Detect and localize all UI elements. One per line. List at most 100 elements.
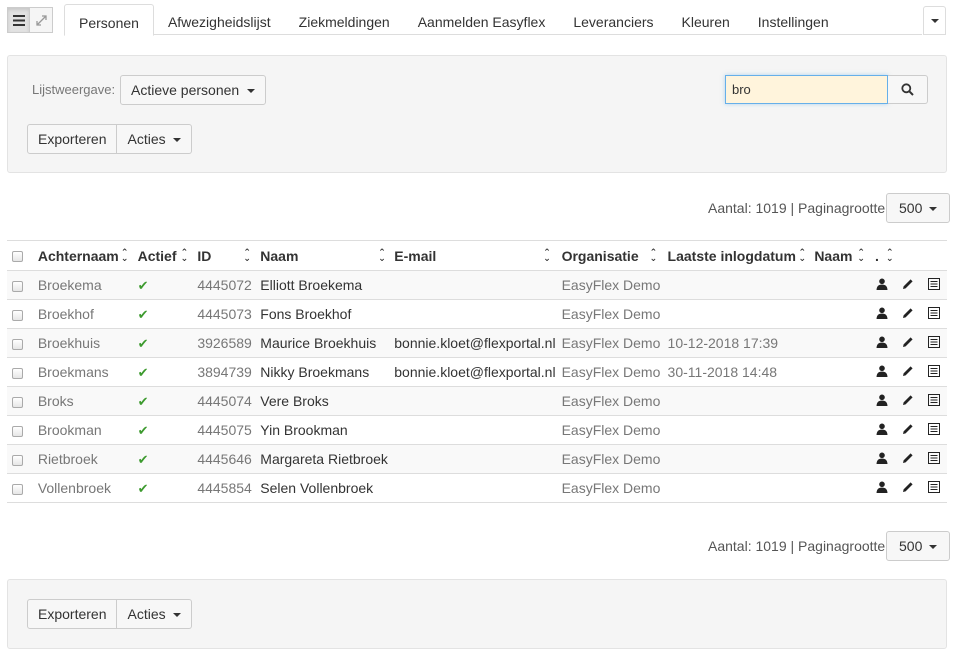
more-tabs-dropdown[interactable] <box>923 6 946 35</box>
list-view-dropdown[interactable]: Actieve personen <box>120 75 267 105</box>
column-id[interactable]: ID ⌃ ⌄ <box>191 240 255 271</box>
column-actief[interactable]: Actief ⌃ ⌄ <box>131 240 192 271</box>
export-button[interactable]: Exporteren <box>27 124 118 154</box>
row-checkbox[interactable] <box>12 309 23 321</box>
search-input[interactable] <box>725 75 888 104</box>
cell-naam-2 <box>808 444 870 474</box>
row-checkbox[interactable] <box>12 396 23 408</box>
edit-person-button[interactable] <box>899 336 917 348</box>
table-row[interactable]: Broekema ✔ 4445072 Elliott Broekema EasyFlex… <box>7 270 947 300</box>
column-laatste-inlogdatum[interactable]: Laatste inlogdatum ⌃ ⌄ <box>661 240 809 271</box>
row-select-cell <box>7 328 32 358</box>
id-text: 4445854 <box>197 480 252 496</box>
edit-person-button[interactable] <box>899 365 917 377</box>
5-text: Organisatie <box>561 247 639 264</box>
search-button[interactable] <box>888 75 928 104</box>
table-row[interactable]: Brookman ✔ 4445075 Yin Brookman EasyFlex Dem… <box>7 415 947 445</box>
cell-achternaam: Broekhof <box>31 299 132 329</box>
tab-ziekmeldingen[interactable]: Ziekmeldingen <box>285 4 404 35</box>
cell-actief: ✔ <box>131 386 192 416</box>
table-row[interactable]: Rietbroek ✔ 4445646 Margareta Rietbroek Easy… <box>7 444 947 474</box>
column-achternaam[interactable]: Achternaam ⌃ ⌄ <box>31 240 132 271</box>
view-toggle <box>7 7 53 33</box>
cell-achternaam: Broekmans <box>31 357 132 387</box>
column-email[interactable]: E-mail ⌃ ⌄ <box>388 240 556 271</box>
edit-person-button[interactable] <box>899 481 917 493</box>
login-text: 10-12-2018 17:39 <box>667 335 779 351</box>
column-organisatie[interactable]: Organisatie ⌃ ⌄ <box>555 240 662 271</box>
cell-naam-2 <box>808 473 870 503</box>
user-icon <box>876 278 888 290</box>
cell-naam-2 <box>808 299 870 329</box>
menu-toggle-button[interactable] <box>7 7 30 33</box>
tab-leveranciers[interactable]: Leveranciers <box>559 4 667 35</box>
cell-row-actions <box>869 415 947 445</box>
view-person-button[interactable] <box>873 481 891 493</box>
details-button[interactable] <box>925 423 943 435</box>
check-icon: ✔ <box>137 422 149 438</box>
select-all-checkbox[interactable] <box>12 251 23 263</box>
naam-text: Selen Vollenbroek <box>260 480 374 496</box>
row-checkbox[interactable] <box>12 280 23 292</box>
row-checkbox[interactable] <box>12 338 23 350</box>
details-button[interactable] <box>925 336 943 348</box>
cell-achternaam: Broks <box>31 386 132 416</box>
table-row[interactable]: Broekhuis ✔ 3926589 Maurice Broekhuis bonnie… <box>7 328 947 358</box>
tab-kleuren[interactable]: Kleuren <box>668 4 744 35</box>
export-button[interactable]: Exporteren <box>27 599 118 629</box>
actions-dropdown[interactable]: Acties <box>117 124 192 154</box>
details-button[interactable] <box>925 452 943 464</box>
view-person-button[interactable] <box>873 278 891 290</box>
tab-aanmelden-easyflex[interactable]: Aanmelden Easyflex <box>404 4 560 35</box>
edit-person-button[interactable] <box>899 307 917 319</box>
edit-person-button[interactable] <box>899 278 917 290</box>
cell-email <box>388 473 556 503</box>
caret-down-icon <box>172 613 181 618</box>
edit-person-button[interactable] <box>899 452 917 464</box>
user-icon <box>876 307 888 319</box>
2-text: ID <box>197 247 212 264</box>
details-button[interactable] <box>925 394 943 406</box>
table-row[interactable]: Broekmans ✔ 3894739 Nikky Broekmans bonnie.k… <box>7 357 947 387</box>
pencil-icon <box>903 366 913 376</box>
edit-person-button[interactable] <box>899 394 917 406</box>
view-person-button[interactable] <box>873 307 891 319</box>
page-size-dropdown[interactable]: 500 <box>886 193 951 223</box>
tab-personen[interactable]: Personen <box>64 4 154 36</box>
row-checkbox[interactable] <box>12 367 23 379</box>
organisatie-text: EasyFlex Demo <box>561 277 661 293</box>
fullscreen-button[interactable] <box>30 7 53 33</box>
table-row[interactable]: Broekhof ✔ 4445073 Fons Broekhof EasyFlex De… <box>7 299 947 329</box>
view-person-button[interactable] <box>873 452 891 464</box>
view-person-button[interactable] <box>873 365 891 377</box>
page-size-dropdown-bottom[interactable]: 500 <box>886 531 951 561</box>
actions-dropdown[interactable]: Acties <box>117 599 192 629</box>
details-button[interactable] <box>925 481 943 493</box>
column-dot[interactable]: . ⌃ ⌄ <box>869 240 947 271</box>
cell-actief: ✔ <box>131 299 192 329</box>
view-person-button[interactable] <box>873 336 891 348</box>
view-person-button[interactable] <box>873 423 891 435</box>
column-naam[interactable]: Naam ⌃ ⌄ <box>254 240 389 271</box>
details-button[interactable] <box>925 307 943 319</box>
row-checkbox[interactable] <box>12 483 23 495</box>
edit-person-button[interactable] <box>899 423 917 435</box>
table-row[interactable]: Broks ✔ 4445074 Vere Broks EasyFlex Demo <box>7 386 947 416</box>
cell-row-actions <box>869 270 947 300</box>
cell-naam-2 <box>808 328 870 358</box>
details-button[interactable] <box>925 365 943 377</box>
cell-organisatie: EasyFlex Demo <box>555 328 662 358</box>
table-row[interactable]: Vollenbroek ✔ 4445854 Selen Vollenbroek Easy… <box>7 473 947 503</box>
view-person-button[interactable] <box>873 394 891 406</box>
row-checkbox[interactable] <box>12 425 23 437</box>
row-checkbox[interactable] <box>12 454 23 466</box>
tab-instellingen[interactable]: Instellingen <box>744 4 843 35</box>
cell-organisatie: EasyFlex Demo <box>555 357 662 387</box>
id-text: 4445646 <box>197 451 252 467</box>
column-naam-2[interactable]: Naam ⌃ ⌄ <box>808 240 870 271</box>
tab-afwezigheidslijst[interactable]: Afwezigheidslijst <box>154 4 285 35</box>
organisatie-text: EasyFlex Demo <box>561 335 661 351</box>
achternaam-text: Broekhuis <box>37 335 101 351</box>
details-button[interactable] <box>925 278 943 290</box>
user-icon <box>876 336 888 348</box>
